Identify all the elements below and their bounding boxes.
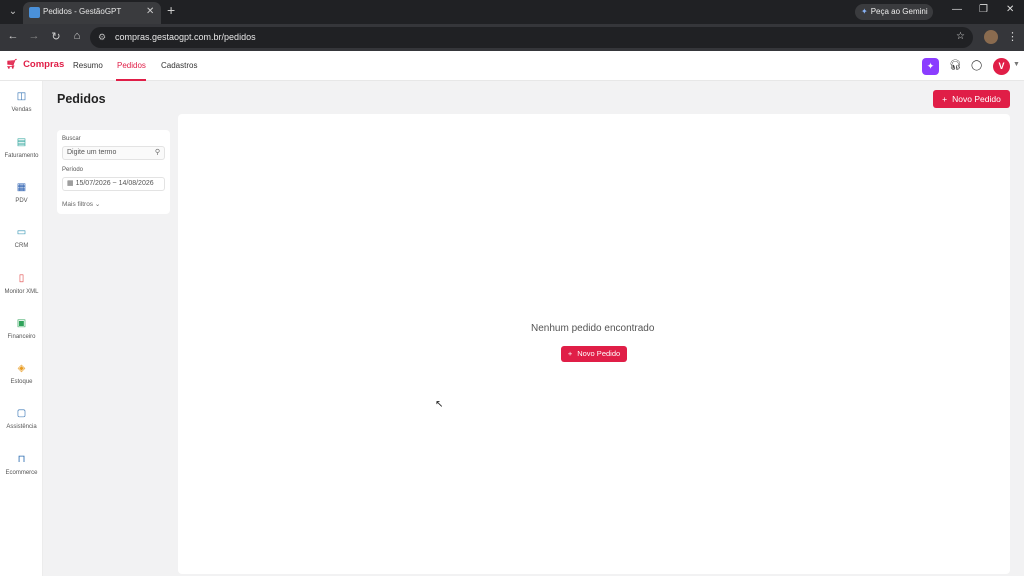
- money-icon: ▣: [16, 318, 27, 329]
- restore-icon[interactable]: ❐: [979, 4, 988, 15]
- browser-tab[interactable]: Pedidos - GestãoGPT ✕: [23, 2, 161, 24]
- xml-file-icon: ▯: [18, 273, 25, 284]
- chat-bubble-icon[interactable]: ◯: [971, 60, 982, 71]
- home-icon[interactable]: ⌂: [70, 30, 84, 42]
- reload-icon[interactable]: ↻: [49, 30, 63, 43]
- module-sidebar: ◫ Vendas ▤ Faturamento ▦ PDV ▭ CRM ▯ Mon…: [0, 81, 43, 576]
- nav-cadastros[interactable]: Cadastros: [161, 61, 197, 70]
- user-avatar[interactable]: V: [993, 58, 1010, 75]
- service-icon: ▢: [16, 408, 27, 419]
- chat-icon: ▭: [16, 227, 27, 238]
- forward-icon[interactable]: →: [27, 30, 41, 42]
- mouse-cursor-icon: ↖: [435, 399, 444, 410]
- browser-menu-icon[interactable]: ⋮: [1007, 30, 1018, 43]
- url-text[interactable]: compras.gestaogpt.com.br/pedidos: [115, 32, 256, 42]
- sidebar-item-ecommerce[interactable]: ⊓ Ecommerce: [0, 454, 43, 494]
- page-title: Pedidos: [57, 92, 106, 106]
- plus-icon: +: [942, 94, 948, 104]
- favicon-icon: [29, 7, 40, 18]
- app-header: 🛒︎ Compras Resumo Pedidos Cadastros ✦ 🎧︎ …: [0, 51, 1024, 81]
- empty-state-new-order-button[interactable]: + Novo Pedido: [561, 346, 627, 362]
- calendar-icon: ▦: [67, 180, 74, 187]
- sidebar-label: Monitor XML: [4, 289, 39, 295]
- sidebar-label: Faturamento: [4, 153, 39, 159]
- period-date-range[interactable]: ▦ 15/07/2026 ~ 14/08/2026: [62, 177, 165, 191]
- tab-title: Pedidos - GestãoGPT: [43, 7, 122, 16]
- sparkle-icon: ✦: [861, 7, 868, 16]
- period-value: 15/07/2026 ~ 14/08/2026: [75, 180, 154, 187]
- tab-search-chevron-icon[interactable]: ⌄: [5, 4, 21, 20]
- sidebar-label: Vendas: [11, 107, 32, 113]
- browser-tab-bar: ⌄ Pedidos - GestãoGPT ✕ + ✦ Peça ao Gemin…: [0, 0, 1024, 24]
- sidebar-item-crm[interactable]: ▭ CRM: [0, 227, 43, 267]
- profile-avatar-icon[interactable]: [984, 30, 998, 44]
- new-order-label: Novo Pedido: [952, 94, 1001, 104]
- browser-toolbar: ← → ↻ ⌂ ⚙ compras.gestaogpt.com.br/pedid…: [0, 24, 1024, 51]
- chevron-down-icon: ⌄: [94, 201, 101, 208]
- chevron-down-icon[interactable]: ▼: [1013, 61, 1020, 68]
- boxes-icon: ◈: [17, 363, 26, 374]
- sidebar-label: CRM: [14, 243, 29, 249]
- empty-state-message: Nenhum pedido encontrado: [531, 323, 655, 334]
- sidebar-item-faturamento[interactable]: ▤ Faturamento: [0, 137, 43, 177]
- minimize-icon[interactable]: —: [952, 4, 962, 15]
- back-icon[interactable]: ←: [6, 30, 20, 42]
- bookmark-star-icon[interactable]: ☆: [956, 31, 965, 42]
- empty-new-order-label: Novo Pedido: [577, 349, 621, 358]
- close-window-icon[interactable]: ✕: [1006, 4, 1014, 15]
- search-placeholder: Digite um termo: [67, 149, 117, 156]
- sidebar-label: Estoque: [10, 379, 33, 385]
- sidebar-item-pdv[interactable]: ▦ PDV: [0, 182, 43, 222]
- basket-icon: ◫: [16, 91, 27, 102]
- nav-resumo[interactable]: Resumo: [73, 61, 103, 70]
- sidebar-label: Assistência: [6, 424, 37, 430]
- shopping-bag-icon: ⊓: [17, 454, 26, 465]
- search-icon: ⚲: [154, 149, 160, 156]
- sidebar-item-assistencia[interactable]: ▢ Assistência: [0, 408, 43, 448]
- site-info-icon[interactable]: ⚙: [98, 32, 106, 43]
- gemini-button[interactable]: ✦ Peça ao Gemini: [855, 4, 933, 20]
- app-brand[interactable]: 🛒︎ Compras: [6, 59, 64, 70]
- gemini-label: Peça ao Gemini: [870, 7, 928, 16]
- headset-icon[interactable]: 🎧︎: [949, 60, 962, 71]
- nav-pedidos[interactable]: Pedidos: [117, 61, 146, 70]
- sidebar-item-estoque[interactable]: ◈ Estoque: [0, 363, 43, 403]
- filter-panel: Buscar Digite um termo ⚲ Período ▦ 15/07…: [57, 130, 170, 214]
- active-tab-indicator: [116, 79, 146, 81]
- search-input[interactable]: Digite um termo ⚲: [62, 146, 165, 160]
- plus-icon: +: [567, 349, 573, 358]
- cart-icon: 🛒︎: [6, 59, 19, 70]
- close-tab-icon[interactable]: ✕: [146, 6, 154, 17]
- orders-content-panel: [178, 114, 1010, 574]
- search-label: Buscar: [62, 136, 81, 142]
- sidebar-item-vendas[interactable]: ◫ Vendas: [0, 91, 43, 131]
- new-order-button[interactable]: + Novo Pedido: [933, 90, 1010, 108]
- invoice-icon: ▤: [16, 137, 27, 148]
- sidebar-item-monitor-xml[interactable]: ▯ Monitor XML: [0, 273, 43, 313]
- more-filters-toggle[interactable]: Mais filtros ⌄: [62, 200, 100, 208]
- store-icon: ▦: [16, 182, 27, 193]
- sidebar-label: Financeiro: [7, 334, 36, 340]
- new-tab-icon[interactable]: +: [167, 2, 175, 18]
- period-label: Período: [62, 167, 84, 173]
- sidebar-label: PDV: [15, 198, 28, 204]
- sidebar-label: Ecommerce: [5, 470, 38, 476]
- sidebar-item-financeiro[interactable]: ▣ Financeiro: [0, 318, 43, 358]
- address-bar[interactable]: ⚙ compras.gestaogpt.com.br/pedidos ☆: [90, 27, 973, 48]
- brand-name: Compras: [23, 59, 65, 70]
- ai-assistant-icon[interactable]: ✦: [922, 58, 939, 75]
- more-filters-label: Mais filtros: [62, 201, 94, 208]
